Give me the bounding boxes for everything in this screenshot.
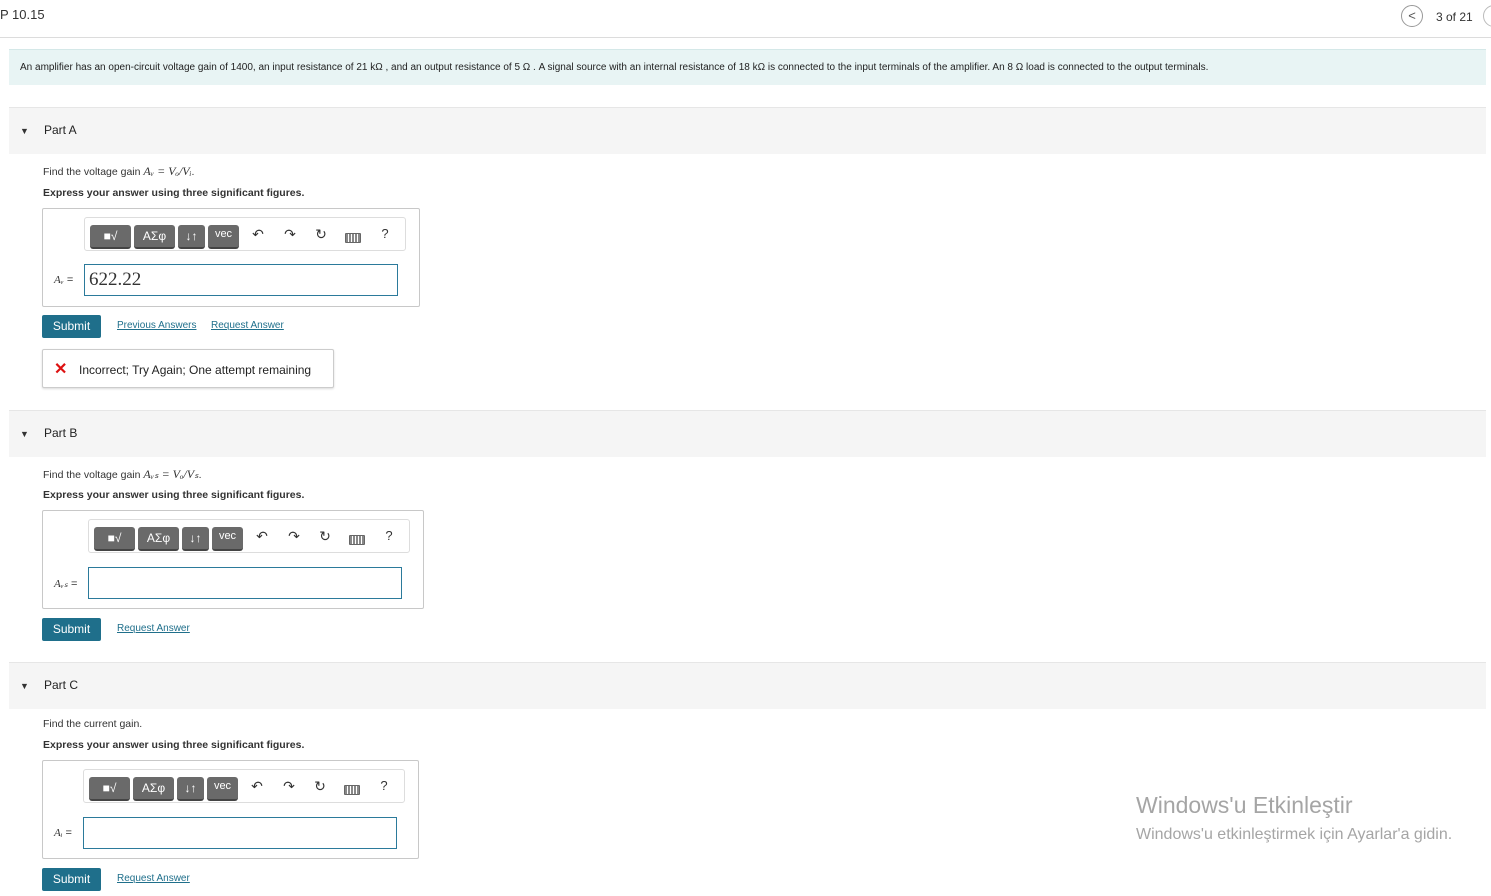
redo-icon[interactable]: ↷: [280, 778, 298, 795]
part-a-answer-input[interactable]: 622.22: [84, 264, 398, 296]
part-a-answer-box: ■√ ΑΣφ ↓↑ vec ↶ ↷ ↻ ? Aᵥ = 622.22: [42, 208, 420, 307]
keyboard-icon[interactable]: [349, 535, 365, 545]
part-c-answer-input[interactable]: [83, 817, 397, 849]
templates-button[interactable]: ■√: [89, 777, 130, 801]
undo-icon[interactable]: ↶: [248, 778, 266, 795]
part-c-hint: Express your answer using three signific…: [43, 739, 305, 751]
part-b-submit-button[interactable]: Submit: [42, 618, 101, 641]
math-toolbar: ■√ ΑΣφ ↓↑ vec ↶ ↷ ↻ ?: [84, 217, 406, 251]
caret-down-icon: ▼: [20, 681, 29, 691]
problem-counter: 3 of 21: [1436, 10, 1473, 24]
keyboard-icon[interactable]: [344, 785, 360, 795]
greek-symbols-button[interactable]: ΑΣφ: [133, 777, 174, 801]
part-b-answer-input[interactable]: [88, 567, 402, 599]
vector-button[interactable]: vec: [208, 225, 239, 249]
part-b-request-answer-link[interactable]: Request Answer: [117, 623, 190, 634]
templates-button[interactable]: ■√: [90, 225, 131, 249]
problem-statement: An amplifier has an open-circuit voltage…: [9, 49, 1486, 85]
part-c-request-answer-link[interactable]: Request Answer: [117, 873, 190, 884]
keyboard-icon[interactable]: [345, 233, 361, 243]
variable-name: Aᵥ: [54, 274, 64, 286]
chevron-left-icon: <: [1408, 8, 1416, 23]
part-b-question: Find the voltage gain Aᵥₛ = Vₒ/Vₛ.: [43, 467, 202, 482]
problem-title: P 10.15: [0, 7, 45, 22]
equals-sign: =: [67, 578, 78, 590]
answer-variable-label: Aᵥ =: [54, 274, 73, 286]
help-button[interactable]: ?: [380, 528, 398, 543]
x-icon: ✕: [54, 361, 68, 378]
part-b-hint: Express your answer using three signific…: [43, 489, 305, 501]
part-a-feedback: ✕ Incorrect; Try Again; One attempt rema…: [42, 349, 334, 388]
feedback-text: Incorrect; Try Again; One attempt remain…: [79, 363, 312, 377]
part-b-header[interactable]: ▼ Part B: [9, 410, 1486, 457]
previous-answers-link[interactable]: Previous Answers: [117, 320, 196, 331]
part-a-submit-button[interactable]: Submit: [42, 315, 101, 338]
part-b-answer-box: ■√ ΑΣφ ↓↑ vec ↶ ↷ ↻ ? Aᵥₛ =: [42, 510, 424, 609]
part-a-question: Find the voltage gain Aᵥ = Vₒ/Vᵢ.: [43, 164, 194, 179]
question-suffix: .: [198, 469, 202, 481]
top-bar: P 10.15 < 3 of 21: [0, 0, 1491, 38]
math-toolbar: ■√ ΑΣφ ↓↑ vec ↶ ↷ ↻ ?: [88, 519, 410, 553]
redo-icon[interactable]: ↷: [281, 226, 299, 243]
answer-variable-label: Aᵥₛ =: [54, 577, 77, 590]
part-a-hint: Express your answer using three signific…: [43, 187, 305, 199]
undo-icon[interactable]: ↶: [249, 226, 267, 243]
next-problem-button[interactable]: [1483, 5, 1491, 27]
help-button[interactable]: ?: [375, 778, 393, 793]
vector-button[interactable]: vec: [212, 527, 243, 551]
question-prefix: Find the voltage gain: [43, 166, 144, 178]
part-a-header[interactable]: ▼ Part A: [9, 107, 1486, 154]
caret-down-icon: ▼: [20, 429, 29, 439]
part-c-header[interactable]: ▼ Part C: [9, 662, 1486, 709]
templates-button[interactable]: ■√: [94, 527, 135, 551]
undo-icon[interactable]: ↶: [253, 528, 271, 545]
reset-icon[interactable]: ↻: [311, 778, 329, 795]
part-c-label: Part C: [44, 678, 79, 692]
windows-activation-title: Windows'u Etkinleştir: [1136, 792, 1353, 818]
previous-problem-button[interactable]: <: [1401, 5, 1423, 27]
question-formula: Aᵥₛ = Vₒ/Vₛ: [143, 467, 199, 481]
arrows-button[interactable]: ↓↑: [177, 777, 204, 801]
equals-sign: =: [62, 827, 72, 839]
caret-down-icon: ▼: [20, 126, 29, 136]
equals-sign: =: [63, 274, 74, 286]
variable-name: Aᵥₛ: [54, 578, 68, 590]
arrows-button[interactable]: ↓↑: [182, 527, 209, 551]
math-toolbar: ■√ ΑΣφ ↓↑ vec ↶ ↷ ↻ ?: [83, 769, 405, 803]
greek-symbols-button[interactable]: ΑΣφ: [138, 527, 179, 551]
reset-icon[interactable]: ↻: [312, 226, 330, 243]
part-c-answer-box: ■√ ΑΣφ ↓↑ vec ↶ ↷ ↻ ? Aᵢ =: [42, 760, 419, 859]
help-button[interactable]: ?: [376, 226, 394, 241]
part-a-request-answer-link[interactable]: Request Answer: [211, 320, 284, 331]
part-c-question: Find the current gain.: [43, 718, 143, 730]
windows-activation-subtitle: Windows'u etkinleştirmek için Ayarlar'a …: [1136, 826, 1453, 843]
arrows-button[interactable]: ↓↑: [178, 225, 205, 249]
part-b-label: Part B: [44, 426, 78, 440]
question-suffix: .: [191, 166, 195, 178]
question-formula: Aᵥ = Vₒ/Vᵢ: [143, 164, 192, 178]
part-a-label: Part A: [44, 123, 77, 137]
part-c-submit-button[interactable]: Submit: [42, 868, 101, 891]
redo-icon[interactable]: ↷: [285, 528, 303, 545]
greek-symbols-button[interactable]: ΑΣφ: [134, 225, 175, 249]
question-prefix: Find the voltage gain: [43, 469, 144, 481]
reset-icon[interactable]: ↻: [316, 528, 334, 545]
vector-button[interactable]: vec: [207, 777, 238, 801]
answer-variable-label: Aᵢ =: [54, 827, 72, 839]
